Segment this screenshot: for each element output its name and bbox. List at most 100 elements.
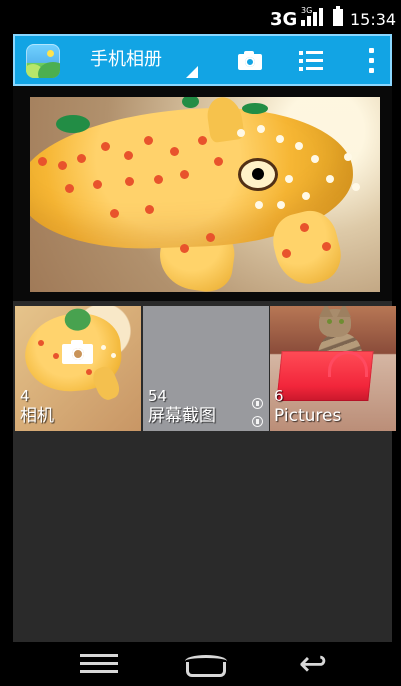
dropdown-corner-icon[interactable] [186, 66, 198, 78]
green-pattern [182, 97, 199, 108]
menu-line [80, 670, 118, 673]
toy-eye [241, 161, 275, 188]
red-dot [38, 340, 44, 346]
green-pattern [56, 115, 90, 133]
more-options-icon-dot [369, 58, 374, 63]
album-tile-pictures[interactable]: 6 Pictures [270, 306, 396, 431]
cat-head [319, 306, 351, 337]
recent-apps-icon[interactable] [80, 652, 120, 676]
red-dot [53, 353, 59, 359]
signal-icon: 3G [299, 7, 327, 28]
red-dot [65, 184, 74, 193]
white-dot [101, 345, 106, 350]
red-dot [206, 233, 215, 242]
battery-icon [333, 6, 343, 26]
list-icon-line [306, 51, 323, 54]
featured-photo-panel [13, 86, 392, 301]
white-dot [111, 353, 116, 358]
album-count: 54 [148, 387, 168, 405]
cat-eye [327, 319, 332, 324]
signal-bar-1 [301, 20, 305, 26]
red-dot [93, 180, 102, 189]
sun-icon [47, 50, 54, 57]
red-dot [125, 177, 134, 186]
red-dot [170, 147, 179, 156]
album-count: 4 [20, 387, 30, 405]
red-dot [124, 151, 133, 160]
red-dot [101, 142, 110, 151]
album-tile-screenshots[interactable]: 54 屏幕截图 [143, 306, 269, 431]
menu-line [80, 654, 118, 657]
list-icon-dot [299, 59, 303, 63]
white-dot [277, 201, 285, 209]
menu-line [80, 662, 118, 665]
red-dot [144, 136, 153, 145]
white-dot [302, 192, 310, 200]
album-name: 相机 [20, 406, 54, 426]
white-dot [237, 129, 245, 137]
green-pattern [242, 103, 268, 114]
red-dot [180, 170, 189, 179]
signal-bar-2 [307, 16, 311, 26]
white-dot [344, 153, 352, 161]
system-navigation-bar: ↩ [0, 642, 401, 686]
red-dot [38, 157, 47, 166]
home-icon[interactable] [185, 652, 227, 677]
network-label: 3G [270, 9, 298, 30]
list-icon-dot [299, 67, 303, 71]
more-options-icon-dot [369, 48, 374, 53]
red-dot [282, 249, 291, 258]
home-icon-shape [185, 655, 227, 677]
list-icon-dot [299, 51, 303, 55]
white-dot [326, 175, 334, 183]
featured-photo[interactable] [30, 97, 380, 292]
red-dot [110, 209, 119, 218]
red-dot [77, 154, 86, 163]
album-tile-camera[interactable]: 4 相机 [15, 306, 141, 431]
more-options-icon-dot [369, 68, 374, 73]
white-dot [255, 201, 263, 209]
back-icon[interactable]: ↩ [294, 647, 332, 681]
red-dot [86, 369, 92, 375]
white-dot [295, 142, 303, 150]
album-selector-title[interactable]: 手机相册 [90, 49, 162, 71]
hill-icon [38, 62, 60, 78]
album-count: 6 [274, 387, 284, 405]
more-options-button[interactable] [365, 48, 377, 76]
timer-icon [252, 398, 263, 409]
red-dot [322, 242, 331, 251]
camera-lens-icon [245, 57, 255, 67]
red-dot [300, 223, 309, 232]
camera-button[interactable] [235, 48, 265, 74]
red-dot [180, 244, 189, 253]
red-dot [145, 205, 154, 214]
list-icon-line [306, 59, 323, 62]
white-dot [257, 125, 265, 133]
signal-bar-4 [319, 8, 323, 26]
white-dot [352, 183, 360, 191]
storage-icon [252, 416, 263, 427]
gallery-app-icon[interactable] [26, 44, 60, 78]
white-dot [311, 155, 319, 163]
status-bar: 3G 3G 15:34 [0, 0, 401, 34]
gallery-content: 4 相机 54 屏幕截图 6 Pictures [13, 86, 396, 642]
gallery-screen: 3G 3G 15:34 手机相册 4 相机 54 屏幕截图 6 Pictures… [0, 0, 401, 686]
red-dot [198, 136, 207, 145]
signal-bar-3 [313, 12, 317, 26]
list-view-button[interactable] [297, 49, 325, 73]
status-time: 15:34 [350, 10, 397, 29]
list-icon-line [306, 67, 323, 70]
red-dot [214, 157, 223, 166]
camera-lens-icon [72, 348, 84, 360]
album-name: Pictures [274, 406, 342, 426]
album-grid: 4 相机 54 屏幕截图 6 Pictures [13, 304, 396, 432]
signal-network-label: 3G [301, 6, 313, 15]
cat-eye [339, 319, 344, 324]
red-dot [154, 175, 163, 184]
red-dot [58, 161, 67, 170]
white-dot [276, 135, 284, 143]
white-dot [285, 175, 293, 183]
camera-icon [62, 339, 94, 365]
album-name: 屏幕截图 [148, 406, 216, 426]
gallery-action-bar: 手机相册 [13, 34, 392, 86]
